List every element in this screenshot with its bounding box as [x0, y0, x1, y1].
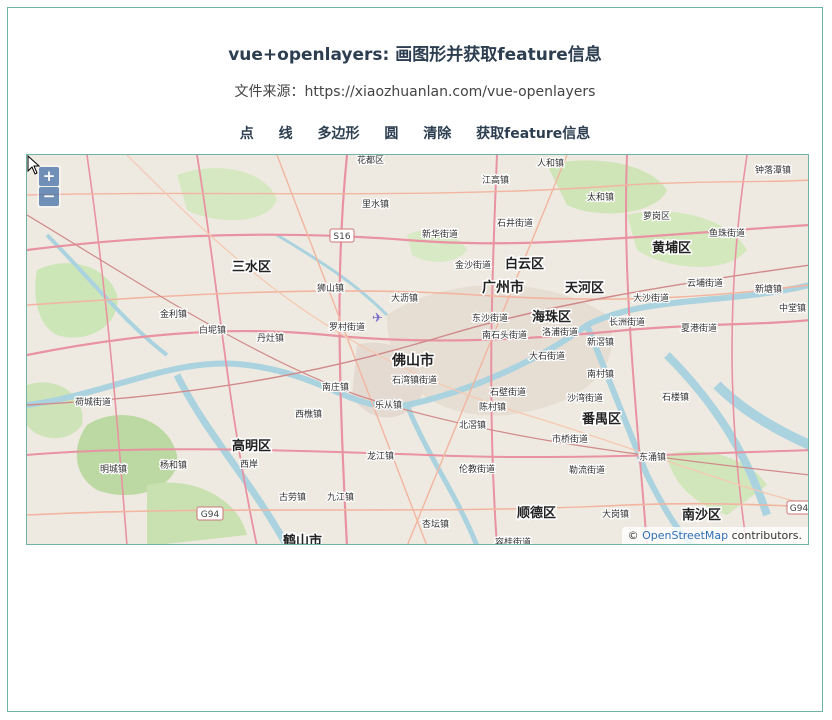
label-foshan: 佛山市 [391, 352, 434, 369]
label-dashi: 大石街道 [529, 350, 565, 362]
label-yanghe: 杨和镇 [160, 459, 187, 471]
mouse-cursor-icon [27, 155, 41, 175]
label-ligang: 勒流街道 [569, 464, 605, 476]
label-baijiao: 白坭镇 [199, 324, 226, 336]
label-longjiang: 龙江镇 [367, 450, 394, 462]
label-xingtan: 杏坛镇 [422, 518, 449, 530]
label-xiqiao: 西樵镇 [295, 408, 322, 420]
label-dali: 大沥镇 [391, 292, 418, 304]
draw-toolbar: 点 线 多边形 圆 清除 获取feature信息 [8, 123, 822, 143]
draw-line-button[interactable]: 线 [279, 123, 293, 143]
source-line: 文件来源：https://xiaozhuanlan.com/vue-openla… [8, 81, 822, 101]
label-jianggao: 江高镇 [482, 174, 509, 186]
source-label: 文件来源： [234, 84, 305, 100]
label-shishan: 狮山镇 [317, 282, 344, 294]
label-xinhua: 新华街道 [422, 228, 458, 240]
label-luogang: 萝岗区 [643, 211, 670, 222]
label-guangzhou: 广州市 [482, 279, 524, 296]
label-danzao: 丹灶镇 [257, 332, 284, 344]
label-luopu: 洛浦街道 [542, 326, 578, 338]
road-shield-s16: S16 [333, 232, 350, 242]
label-luocun: 罗村街道 [329, 321, 365, 333]
label-haizhu: 海珠区 [532, 309, 571, 325]
openstreetmap-link[interactable]: OpenStreetMap [642, 529, 728, 542]
draw-point-button[interactable]: 点 [240, 123, 254, 143]
label-taihe: 太和镇 [587, 191, 614, 203]
label-ronggui: 容桂街道 [495, 536, 531, 545]
zoom-in-button[interactable]: + [39, 167, 59, 186]
get-feature-info-button[interactable]: 获取feature信息 [476, 123, 590, 143]
clear-button[interactable]: 清除 [423, 123, 451, 143]
label-shijing: 石井街道 [497, 217, 533, 229]
label-shiwan: 石湾镇街道 [392, 374, 437, 386]
label-panyu: 番禺区 [581, 411, 621, 427]
label-yunpu: 云埔街道 [687, 277, 723, 289]
label-dagang: 大岗镇 [602, 508, 629, 520]
draw-circle-button[interactable]: 圆 [384, 123, 398, 143]
label-zhongluotan: 钟落潭镇 [755, 164, 791, 176]
label-mingcheng: 明城镇 [100, 463, 127, 475]
source-url: https://xiaozhuanlan.com/vue-openlayers [304, 84, 596, 100]
label-gaoming: 高明区 [232, 438, 271, 454]
attribution-suffix: contributors. [731, 529, 802, 542]
label-sanshui: 三水区 [232, 259, 271, 275]
draw-polygon-button[interactable]: 多边形 [318, 123, 360, 143]
map-tiles: ✈ S16 G94 G94 广州市 佛山市 海珠区 天河区 白云区 黄埔区 三水… [27, 155, 809, 545]
label-tianhe: 天河区 [565, 280, 604, 296]
page-title: vue+openlayers: 画图形并获取feature信息 [228, 45, 602, 65]
zoom-out-button[interactable]: − [39, 187, 59, 206]
label-leliu: 乐从镇 [375, 399, 402, 411]
label-nanshi: 南石头街道 [482, 329, 527, 341]
label-zhongtang: 中堂镇 [779, 302, 806, 314]
label-yuzhu: 鱼珠街道 [709, 227, 745, 239]
label-xian: 西岸 [240, 459, 258, 470]
label-dongsha: 东沙街道 [472, 312, 508, 324]
label-shawan: 沙湾街道 [567, 392, 603, 404]
label-xinjiao: 新滘镇 [587, 336, 614, 348]
label-hecheng: 荷城街道 [75, 396, 111, 408]
label-heshan: 鹤山市 [283, 533, 322, 545]
label-huadu: 花都区 [357, 155, 384, 166]
label-renhe: 人和镇 [537, 157, 564, 169]
label-jinli: 金利镇 [160, 308, 187, 320]
road-shield-g94-east: G94 [790, 504, 809, 514]
airport-icon: ✈ [372, 311, 383, 326]
label-lunjiao: 伦教街道 [459, 463, 495, 475]
label-beijiao: 北滘镇 [459, 419, 486, 431]
label-nansha: 南沙区 [682, 507, 721, 523]
label-jinsha: 金沙街道 [455, 259, 491, 271]
label-huangpu: 黄埔区 [652, 240, 691, 256]
label-xintang: 新塘镇 [755, 283, 782, 295]
label-dasha: 大沙街道 [633, 292, 669, 304]
label-shilou: 石楼镇 [662, 391, 689, 403]
label-nancun: 南村镇 [587, 368, 614, 380]
label-nanzhuang: 南庄镇 [322, 381, 349, 393]
road-shield-g94: G94 [201, 510, 220, 520]
label-baiyun: 白云区 [505, 256, 544, 272]
map-viewport[interactable]: ✈ S16 G94 G94 广州市 佛山市 海珠区 天河区 白云区 黄埔区 三水… [26, 154, 809, 545]
label-dongyong: 东涌镇 [639, 451, 666, 463]
label-shibi: 石壁街道 [490, 386, 526, 398]
copyright-symbol: © [627, 529, 639, 542]
label-shunde: 顺德区 [517, 505, 556, 521]
label-lishui: 里水镇 [362, 198, 389, 210]
map-attribution: © OpenStreetMap contributors. [621, 527, 808, 544]
label-jiujiang: 九江镇 [327, 491, 354, 503]
label-chencun: 陈村镇 [479, 401, 506, 413]
label-xianggang: 夏港街道 [681, 322, 717, 334]
label-gulao: 古劳镇 [279, 491, 306, 503]
label-changzhou: 长洲街道 [609, 316, 645, 328]
label-shiqi: 市桥街道 [552, 433, 588, 445]
